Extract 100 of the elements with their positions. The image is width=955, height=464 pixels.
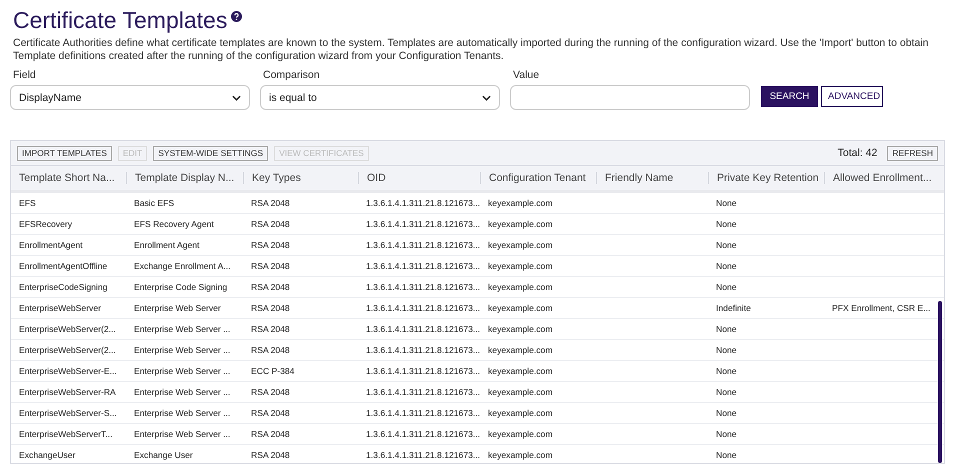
table-cell-text: Enterprise Web Server ... [133, 323, 232, 335]
table-cell-text: None [715, 281, 738, 293]
table-cell-text: keyexample.com [487, 302, 554, 314]
table-cell-text: EnterpriseWebServer [18, 302, 102, 314]
table-cell-text: EnterpriseWebServer-RA [18, 386, 117, 398]
table-cell-text: ExchangeUser [18, 449, 76, 461]
table-cell-text: None [715, 386, 738, 398]
table-cell-text: Enterprise Web Server [133, 302, 222, 314]
table-cell-text: 1.3.6.1.4.1.311.21.8.121673... [365, 197, 480, 209]
table-cell-text: EnrollmentAgent [18, 239, 84, 251]
table-cell-text: None [715, 218, 738, 230]
table-cell-text: EnterpriseWebServer-E... [18, 365, 118, 377]
table-cell-text: Enterprise Code Signing [133, 281, 228, 293]
scrollbar[interactable] [938, 301, 942, 463]
chevron-down-icon [482, 94, 491, 100]
table-cell-text: EnterpriseCodeSigning [18, 281, 108, 293]
help-icon[interactable] [231, 11, 242, 22]
table-cell-text: None [715, 428, 738, 440]
table-cell-text: keyexample.com [487, 260, 554, 272]
table-cell-text: RSA 2048 [250, 344, 291, 356]
table-cell-text: 1.3.6.1.4.1.311.21.8.121673... [365, 323, 480, 335]
toolbar-button[interactable]: SYSTEM-WIDE SETTINGS [153, 146, 268, 160]
advanced-button[interactable]: ADVANCED [821, 86, 883, 107]
table-cell-text: keyexample.com [487, 239, 554, 251]
column-header[interactable]: Template Short Na... [11, 172, 126, 184]
table-cell-text: None [715, 197, 738, 209]
table-cell-text: Enterprise Web Server ... [133, 344, 232, 356]
value-field[interactable] [510, 85, 750, 110]
table-cell-text: ECC P-384 [250, 365, 296, 377]
table-cell-text: Enterprise Web Server ... [133, 428, 232, 440]
table-cell-text: 1.3.6.1.4.1.311.21.8.121673... [365, 365, 480, 377]
page-title: Certificate Templates [13, 6, 228, 34]
table-cell-text: 1.3.6.1.4.1.311.21.8.121673... [365, 344, 480, 356]
table-cell-text: RSA 2048 [250, 302, 291, 314]
table-cell-text: None [715, 323, 738, 335]
table-cell-text: 1.3.6.1.4.1.311.21.8.121673... [365, 386, 480, 398]
table-cell-text: EnterpriseWebServer(2... [18, 344, 117, 356]
refresh-button[interactable]: REFRESH [887, 146, 938, 160]
table-cell-text: Enterprise Web Server ... [133, 407, 232, 419]
table-cell-text: RSA 2048 [250, 197, 291, 209]
table-cell-text: keyexample.com [487, 449, 554, 461]
column-header[interactable]: Allowed Enrollment... [824, 172, 939, 184]
table-cell-text: RSA 2048 [250, 239, 291, 251]
table-cell-text: 1.3.6.1.4.1.311.21.8.121673... [365, 218, 480, 230]
table-cell-text: RSA 2048 [250, 323, 291, 335]
page-description: Certificate Authorities define what certificate templates are known to the system. Templates are automatically imported during the running of the configuration wizard. Use the 'Import' button to obtain Template definitions created after the running of the configuration wizard from your Configuration Tenants. [13, 37, 930, 63]
table-cell-text: Basic EFS [133, 197, 176, 209]
table-cell-text: 1.3.6.1.4.1.311.21.8.121673... [365, 302, 480, 314]
table-cell-text: EnterpriseWebServer-S... [18, 407, 118, 419]
column-header[interactable]: Friendly Name [596, 172, 708, 184]
table-cell-text: Enterprise Web Server ... [133, 386, 232, 398]
chevron-down-icon [232, 94, 241, 100]
table-cell-text: 1.3.6.1.4.1.311.21.8.121673... [365, 260, 480, 272]
table-cell-text: EFSRecovery [18, 218, 74, 230]
table-cell-text: EnterpriseWebServer(2... [18, 323, 117, 335]
table-cell-text: keyexample.com [487, 407, 554, 419]
table-cell-text: keyexample.com [487, 344, 554, 356]
search-button[interactable]: SEARCH [761, 86, 818, 107]
table-cell-text: keyexample.com [487, 365, 554, 377]
table-cell-text: keyexample.com [487, 281, 554, 293]
table-cell-text: Indefinite [715, 302, 752, 314]
column-header[interactable]: OID [358, 172, 480, 184]
table-cell-text: 1.3.6.1.4.1.311.21.8.121673... [365, 281, 480, 293]
table-cell-text: RSA 2048 [250, 281, 291, 293]
column-header[interactable]: Key Types [243, 172, 358, 184]
column-header[interactable]: Template Display N... [126, 172, 243, 184]
table-cell-text: Exchange User [133, 449, 194, 461]
table-cell-text: keyexample.com [487, 218, 554, 230]
table-cell-text: 1.3.6.1.4.1.311.21.8.121673... [365, 407, 480, 419]
table-cell-text: RSA 2048 [250, 407, 291, 419]
value-label: Value [513, 69, 540, 81]
table-cell-text: 1.3.6.1.4.1.311.21.8.121673... [365, 239, 480, 251]
column-header[interactable]: Configuration Tenant [480, 172, 596, 184]
column-header[interactable]: Private Key Retention [708, 172, 824, 184]
toolbar-button[interactable]: IMPORT TEMPLATES [17, 146, 112, 160]
table-cell-text: keyexample.com [487, 197, 554, 209]
table-cell-text: None [715, 449, 738, 461]
table-cell-text: Exchange Enrollment A... [133, 260, 232, 272]
table-cell-text: RSA 2048 [250, 218, 291, 230]
comparison-select[interactable]: is equal to [260, 85, 500, 110]
table-cell-text: keyexample.com [487, 323, 554, 335]
table-cell-text: None [715, 365, 738, 377]
field-label: Field [13, 69, 37, 81]
table-cell-text: EFS Recovery Agent [133, 218, 215, 230]
table-cell-text: Enrollment Agent [133, 239, 200, 251]
field-select[interactable]: DisplayName [10, 85, 250, 110]
table-cell-text: PFX Enrollment, CSR E... [831, 302, 932, 314]
table-cell-text: RSA 2048 [250, 428, 291, 440]
table-cell-text: 1.3.6.1.4.1.311.21.8.121673... [365, 428, 480, 440]
table-cell-text: None [715, 344, 738, 356]
total-count: Total: 42 [838, 147, 878, 159]
table-cell-text: RSA 2048 [250, 449, 291, 461]
table-cell-text: EnterpriseWebServerT... [18, 428, 114, 440]
table-cell-text: EnrollmentAgentOffline [18, 260, 108, 272]
table-cell-text: None [715, 239, 738, 251]
table-cell-text: keyexample.com [487, 428, 554, 440]
comparison-label: Comparison [263, 69, 321, 81]
table-cell-text: RSA 2048 [250, 260, 291, 272]
table-cell-text: keyexample.com [487, 386, 554, 398]
table-cell-text: 1.3.6.1.4.1.311.21.8.121673... [365, 449, 480, 461]
